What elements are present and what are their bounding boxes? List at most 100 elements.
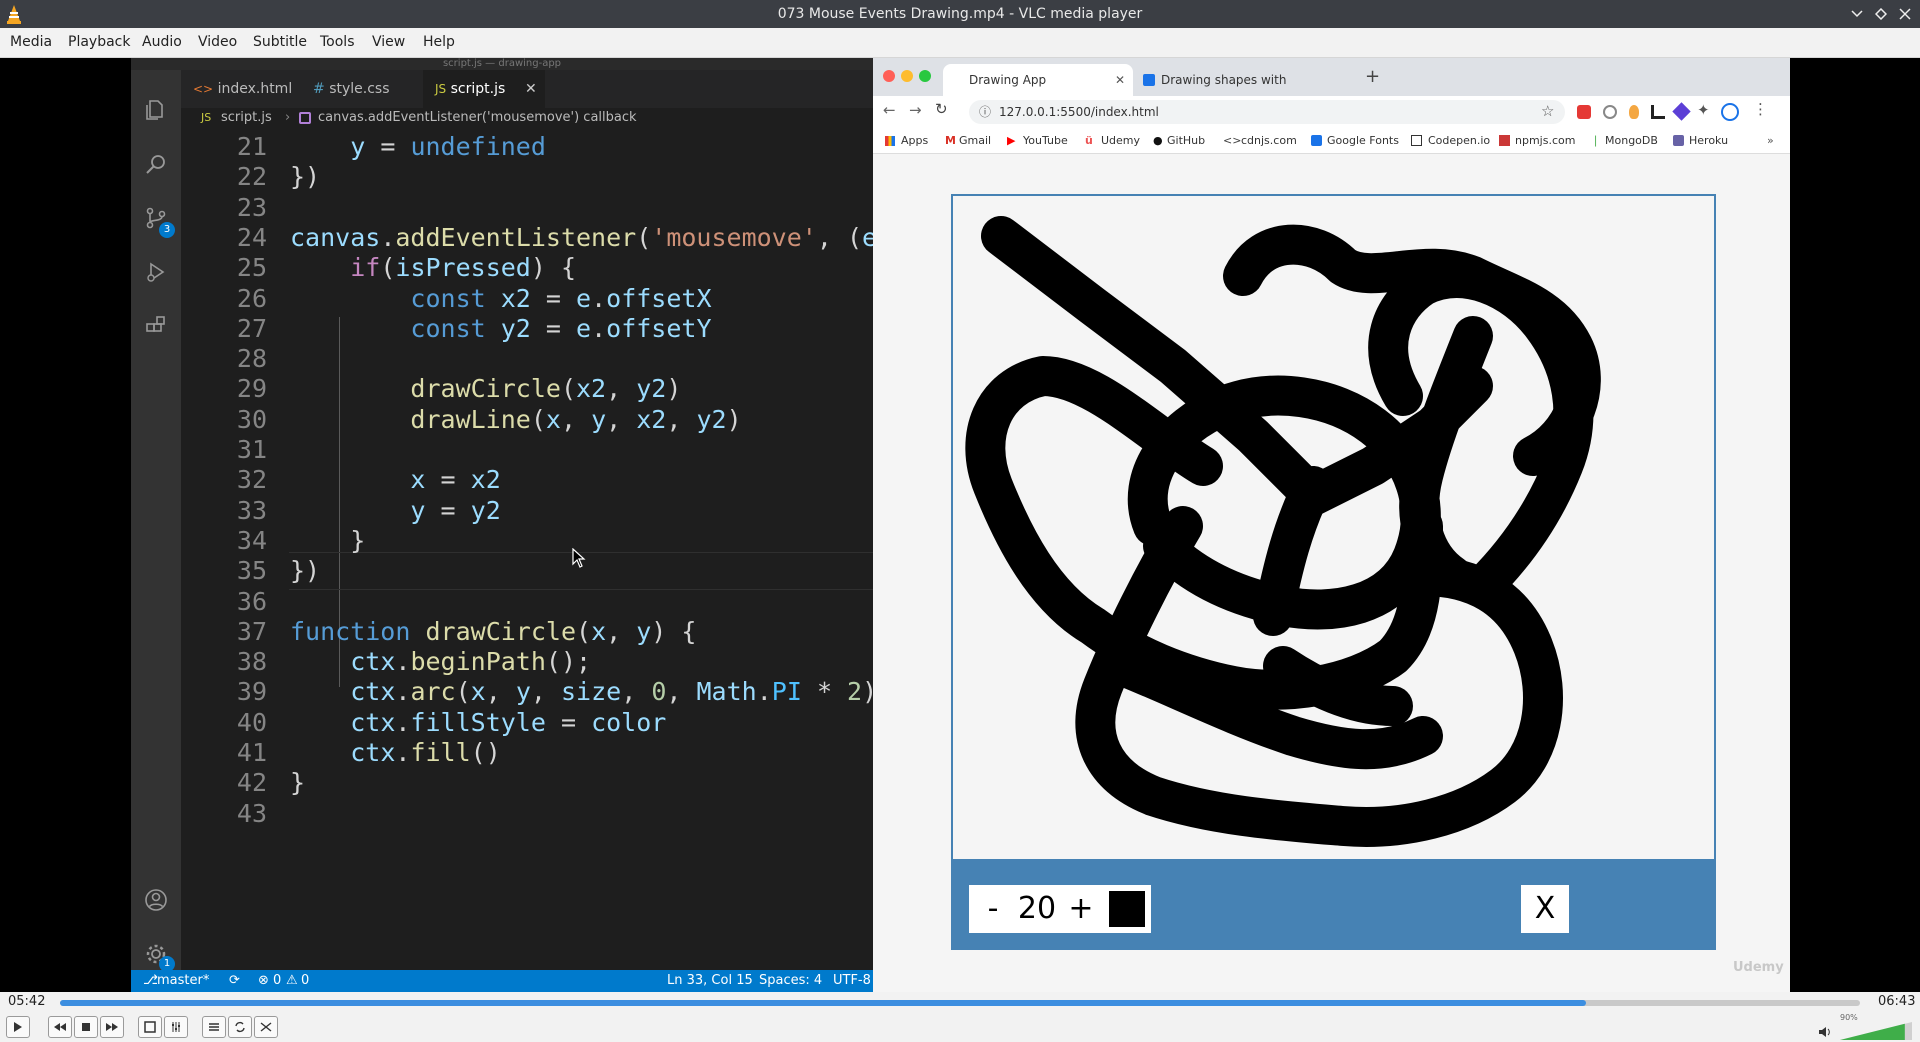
- play-button[interactable]: [6, 1016, 30, 1038]
- close-window-button[interactable]: [883, 70, 895, 82]
- apps-grid-icon: [885, 136, 895, 146]
- extended-settings-button[interactable]: [164, 1016, 188, 1038]
- bookmark-star-icon[interactable]: ☆: [1541, 102, 1554, 120]
- gmail-icon: M: [945, 134, 956, 147]
- minimize-icon[interactable]: [1846, 3, 1868, 25]
- encoding[interactable]: UTF-8: [833, 973, 871, 988]
- line-number: 31: [236, 435, 267, 464]
- forward-arrow-icon[interactable]: →: [909, 101, 922, 119]
- elapsed-time[interactable]: 05:42: [8, 994, 45, 1009]
- volume-level: 90%: [1840, 1013, 1858, 1022]
- git-branch[interactable]: master*: [157, 973, 209, 988]
- back-arrow-icon[interactable]: ←: [883, 101, 896, 119]
- error-count[interactable]: 0: [273, 973, 281, 988]
- menu-audio[interactable]: Audio: [142, 34, 182, 50]
- google-fonts-icon: [1311, 135, 1322, 146]
- menu-help[interactable]: Help: [423, 34, 455, 50]
- browser-tab-canvas-docs[interactable]: Drawing shapes with canvas - ✕: [1135, 64, 1325, 119]
- extension-square-icon[interactable]: [1651, 105, 1665, 119]
- title-bar: 073 Mouse Events Drawing.mp4 - VLC media…: [0, 0, 1920, 28]
- menu-playback[interactable]: Playback: [68, 34, 130, 50]
- browser-tab-drawing-app[interactable]: Drawing App ✕: [943, 64, 1133, 96]
- extension-circle-icon[interactable]: [1603, 105, 1617, 119]
- menu-tools[interactable]: Tools: [320, 34, 355, 50]
- new-tab-icon[interactable]: +: [1365, 66, 1380, 87]
- code-text: canvas.addEventListener('mousemove', (e: [290, 222, 873, 252]
- bookmark-npmjs[interactable]: npmjs.com: [1515, 134, 1575, 147]
- reload-icon[interactable]: ↻: [935, 100, 948, 118]
- js-file-icon: JS: [201, 111, 212, 124]
- bookmark-mongodb[interactable]: MongoDB: [1605, 134, 1658, 147]
- tab-style-css[interactable]: # style.css: [301, 70, 423, 108]
- editor-status-bar: ⎇ master* ⟳ ⊗ 0 ⚠ 0 Ln 33, Col 15 Spaces…: [131, 970, 873, 992]
- bookmark-gmail[interactable]: Gmail: [959, 134, 991, 147]
- previous-button[interactable]: [48, 1016, 72, 1038]
- menu-subtitle[interactable]: Subtitle: [253, 34, 307, 50]
- cursor-position[interactable]: Ln 33, Col 15: [667, 973, 753, 988]
- sync-icon[interactable]: ⟳: [229, 973, 240, 988]
- line-number: 43: [236, 798, 267, 828]
- bookmark-apps[interactable]: Apps: [901, 134, 928, 147]
- url-field[interactable]: ⓘ 127.0.0.1:5500/index.html: [969, 100, 1565, 124]
- menu-view[interactable]: View: [372, 34, 405, 50]
- tab-script-js[interactable]: JS script.js ✕: [423, 70, 545, 108]
- video-frame[interactable]: script.js — drawing-app 3 1 <> index.htm…: [0, 58, 1920, 992]
- seek-bar[interactable]: [60, 1000, 1860, 1006]
- bookmark-cdnjs[interactable]: cdnjs.com: [1241, 134, 1297, 147]
- menu-media[interactable]: Media: [10, 34, 52, 50]
- bookmark-youtube[interactable]: YouTube: [1023, 134, 1068, 147]
- code-text: ctx.beginPath();: [350, 647, 592, 677]
- indentation[interactable]: Spaces: 4: [759, 973, 822, 988]
- tab-index-html[interactable]: <> index.html: [181, 70, 301, 108]
- udemy-icon: ü: [1085, 134, 1093, 147]
- menu-bar: Media Playback Audio Video Subtitle Tool…: [0, 28, 1920, 58]
- minimize-window-button[interactable]: [901, 70, 913, 82]
- warning-count[interactable]: 0: [301, 973, 309, 988]
- total-time[interactable]: 06:43: [1878, 994, 1915, 1009]
- increase-size-button[interactable]: +: [1057, 885, 1105, 933]
- shuffle-button[interactable]: [254, 1016, 278, 1038]
- zoom-window-button[interactable]: [919, 70, 931, 82]
- bookmark-github[interactable]: GitHub: [1167, 134, 1205, 147]
- code-text: drawLine(x, y, x2, y2): [410, 404, 742, 434]
- drawing-canvas[interactable]: [951, 194, 1716, 861]
- volume-slider[interactable]: [1840, 1022, 1912, 1040]
- clear-canvas-button[interactable]: X: [1521, 885, 1569, 933]
- fullscreen-button[interactable]: [138, 1016, 162, 1038]
- extension-drop-icon[interactable]: [1629, 105, 1639, 119]
- stop-button[interactable]: [74, 1016, 98, 1038]
- profile-avatar-icon[interactable]: [1721, 103, 1739, 121]
- tab-close-icon[interactable]: ✕: [1115, 64, 1125, 96]
- line-number: 33: [236, 495, 267, 525]
- bookmark-codepen[interactable]: Codepen.io: [1428, 134, 1490, 147]
- seek-progress: [60, 1000, 1587, 1006]
- code-area[interactable]: 21 y = undefined 22}) 23 24 canvas.addEventL…: [181, 132, 873, 980]
- activity-bar: 3 1: [131, 70, 181, 980]
- line-number: 37: [236, 616, 267, 646]
- code-text: drawCircle(x2, y2): [410, 374, 682, 404]
- line-number: 27: [236, 313, 267, 343]
- bookmark-google-fonts[interactable]: Google Fonts: [1327, 134, 1399, 147]
- kebab-menu-icon[interactable]: ⋮: [1753, 100, 1768, 118]
- close-icon[interactable]: [1894, 3, 1916, 25]
- volume-speaker-icon[interactable]: [1818, 1026, 1832, 1038]
- extension-diamond-icon[interactable]: [1672, 102, 1691, 121]
- address-bar-row: ← → ↻ ⓘ 127.0.0.1:5500/index.html ☆ ✦ ⋮: [873, 96, 1790, 128]
- more-bookmarks-icon[interactable]: »: [1767, 134, 1774, 147]
- extension-red-icon[interactable]: [1577, 105, 1591, 119]
- loop-button[interactable]: [228, 1016, 252, 1038]
- bookmark-heroku[interactable]: Heroku: [1689, 134, 1728, 147]
- menu-video[interactable]: Video: [198, 34, 237, 50]
- breadcrumb-symbol[interactable]: canvas.addEventListener('mousemove') cal…: [318, 110, 637, 125]
- decrease-size-button[interactable]: -: [969, 885, 1017, 933]
- explorer-icon: [146, 100, 163, 120]
- breadcrumb-file[interactable]: script.js: [221, 110, 272, 125]
- playlist-button[interactable]: [202, 1016, 226, 1038]
- next-button[interactable]: [100, 1016, 124, 1038]
- tab-close-icon[interactable]: ✕: [525, 70, 537, 108]
- error-icon: ⊗: [258, 973, 269, 988]
- extensions-puzzle-icon[interactable]: ✦: [1697, 101, 1710, 119]
- bookmark-udemy[interactable]: Udemy: [1101, 134, 1140, 147]
- color-picker[interactable]: [1103, 885, 1151, 933]
- restore-icon[interactable]: [1870, 3, 1892, 25]
